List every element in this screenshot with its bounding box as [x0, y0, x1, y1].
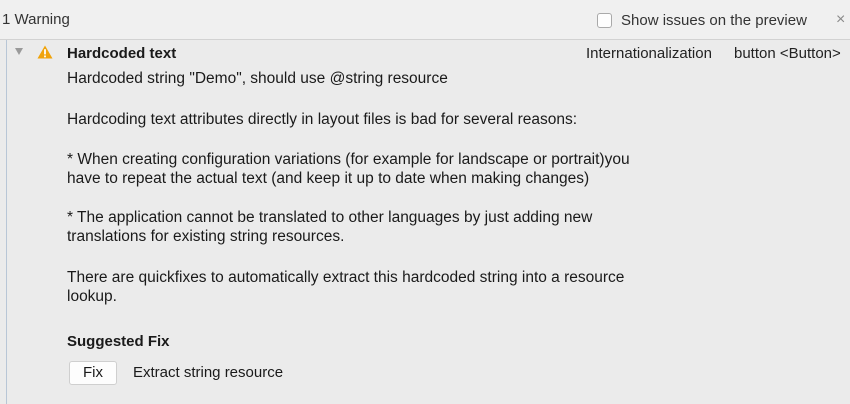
explanation-paragraph: * The application cannot be translated t…: [67, 209, 593, 226]
issue-detail-panel: Hardcoded text Internationalization butt…: [0, 40, 850, 404]
issues-header: 1 Warning Show issues on the preview ×: [0, 0, 850, 40]
explanation-paragraph: lookup.: [67, 288, 117, 305]
show-issues-checkbox[interactable]: [597, 12, 612, 28]
show-issues-label: Show issues on the preview: [621, 11, 807, 29]
warning-count-title: 1 Warning: [2, 11, 70, 28]
fix-button[interactable]: Fix: [69, 361, 117, 385]
suggested-fix-heading: Suggested Fix: [67, 333, 170, 350]
explanation-paragraph: Hardcoding text attributes directly in l…: [67, 111, 578, 128]
collapse-triangle-icon[interactable]: [15, 48, 23, 55]
issue-component: button <Button>: [734, 45, 841, 62]
show-issues-toggle[interactable]: Show issues on the preview: [597, 10, 807, 30]
explanation-paragraph: There are quickfixes to automatically ex…: [67, 269, 625, 286]
explanation-paragraph: * When creating configuration variations…: [67, 151, 630, 168]
tree-guide-line: [6, 40, 7, 404]
explanation-paragraph: translations for existing string resourc…: [67, 228, 345, 245]
issue-category: Internationalization: [586, 45, 712, 62]
issue-summary: Hardcoded string "Demo", should use @str…: [67, 70, 448, 87]
warning-icon: [37, 45, 53, 59]
issue-title: Hardcoded text: [67, 45, 177, 62]
fix-description: Extract string resource: [133, 364, 284, 381]
close-icon[interactable]: ×: [836, 10, 850, 30]
explanation-paragraph: have to repeat the actual text (and keep…: [67, 170, 590, 187]
